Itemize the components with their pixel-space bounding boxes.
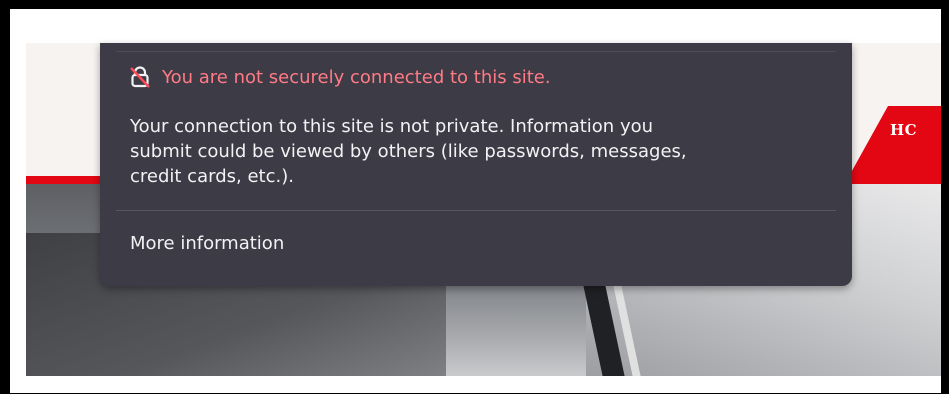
security-warning: You are not securely connected to this s… <box>130 66 551 88</box>
connection-description: Your connection to this site is not priv… <box>130 114 820 189</box>
security-warning-text: You are not securely connected to this s… <box>162 66 551 88</box>
nav-red-tab[interactable] <box>848 106 941 178</box>
description-line: submit could be viewed by others (like p… <box>130 141 687 162</box>
site-identity-popup: You are not securely connected to this s… <box>100 43 852 286</box>
more-information-button[interactable]: More information <box>130 233 284 254</box>
description-line: credit cards, etc.). <box>130 166 294 187</box>
popup-divider <box>116 210 836 211</box>
popup-top-divider <box>116 51 836 52</box>
nav-item-label[interactable]: HC <box>890 121 917 139</box>
broken-lock-icon <box>130 66 150 88</box>
description-line: Your connection to this site is not priv… <box>130 116 654 137</box>
